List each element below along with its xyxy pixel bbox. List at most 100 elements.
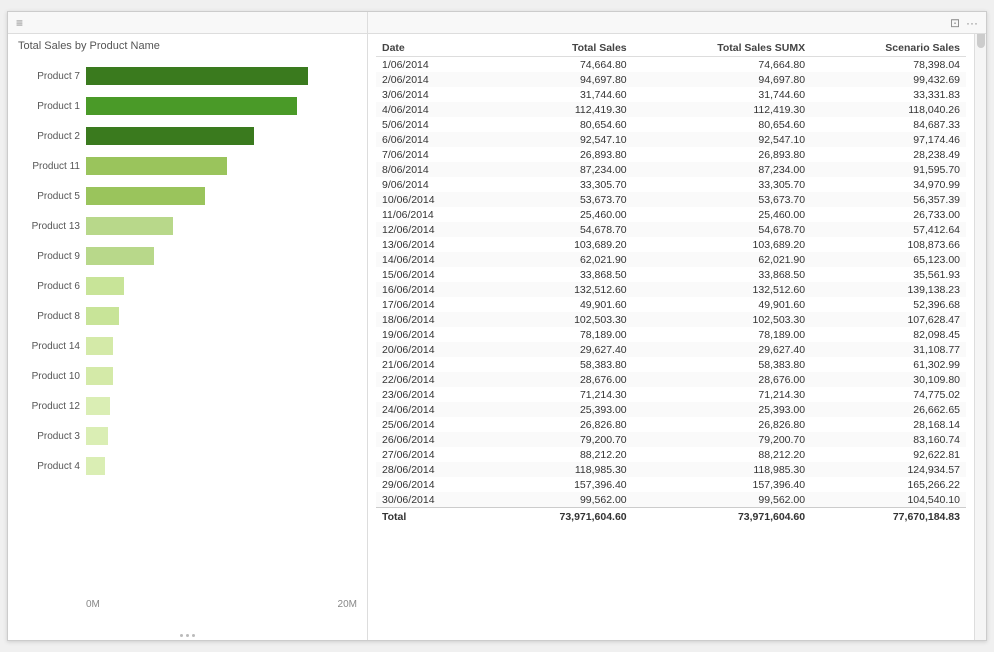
- table-cell: 26,826.80: [491, 417, 632, 432]
- table-cell: 112,419.30: [491, 102, 632, 117]
- focus-icon[interactable]: ⊡: [950, 16, 960, 30]
- table-cell: 54,678.70: [633, 222, 811, 237]
- table-cell: 6/06/2014: [376, 132, 491, 147]
- table-cell: 16/06/2014: [376, 282, 491, 297]
- bar-row[interactable]: Product 12: [18, 392, 357, 420]
- bar-row[interactable]: Product 8: [18, 302, 357, 330]
- table-cell: 53,673.70: [491, 192, 632, 207]
- table-row: 22/06/201428,676.0028,676.0030,109.80: [376, 372, 966, 387]
- table-cell: 74,664.80: [491, 57, 632, 73]
- more-icon[interactable]: ···: [966, 16, 978, 30]
- table-cell: 118,040.26: [811, 102, 966, 117]
- main-container: ≡ ⊡ ··· Total Sales by Product Name Prod…: [7, 11, 987, 641]
- bar-label: Product 14: [18, 341, 86, 352]
- table-cell: 91,595.70: [811, 162, 966, 177]
- table-cell: 79,200.70: [491, 432, 632, 447]
- table-cell: 78,189.00: [491, 327, 632, 342]
- table-cell: 26,733.00: [811, 207, 966, 222]
- total-cell: 77,670,184.83: [811, 508, 966, 525]
- table-cell: 35,561.93: [811, 267, 966, 282]
- bar-row[interactable]: Product 13: [18, 212, 357, 240]
- bar-row[interactable]: Product 5: [18, 182, 357, 210]
- bar-fill: [86, 397, 110, 415]
- bar-row[interactable]: Product 2: [18, 122, 357, 150]
- table-cell: 28,676.00: [491, 372, 632, 387]
- table-cell: 18/06/2014: [376, 312, 491, 327]
- table-row: 2/06/201494,697.8094,697.8099,432.69: [376, 72, 966, 87]
- table-cell: 20/06/2014: [376, 342, 491, 357]
- table-cell: 84,687.33: [811, 117, 966, 132]
- table-cell: 97,174.46: [811, 132, 966, 147]
- table-cell: 3/06/2014: [376, 87, 491, 102]
- table-cell: 118,985.30: [633, 462, 811, 477]
- table-cell: 82,098.45: [811, 327, 966, 342]
- bar-fill: [86, 307, 119, 325]
- bar-fill: [86, 247, 154, 265]
- table-cell: 8/06/2014: [376, 162, 491, 177]
- bar-track: [86, 427, 357, 445]
- table-cell: 94,697.80: [491, 72, 632, 87]
- table-cell: 30/06/2014: [376, 492, 491, 508]
- table-cell: 104,540.10: [811, 492, 966, 508]
- table-cell: 99,562.00: [633, 492, 811, 508]
- bar-row[interactable]: Product 4: [18, 452, 357, 480]
- bar-row[interactable]: Product 9: [18, 242, 357, 270]
- bar-label: Product 11: [18, 161, 86, 172]
- table-cell: 52,396.68: [811, 297, 966, 312]
- bar-fill: [86, 127, 254, 145]
- resize-handle-bottom[interactable]: [168, 633, 208, 638]
- bar-label: Product 4: [18, 461, 86, 472]
- bar-fill: [86, 337, 113, 355]
- table-cell: 49,901.60: [633, 297, 811, 312]
- bar-label: Product 7: [18, 71, 86, 82]
- table-cell: 112,419.30: [633, 102, 811, 117]
- table-cell: 25,393.00: [491, 402, 632, 417]
- table-cell: 92,547.10: [491, 132, 632, 147]
- bar-fill: [86, 157, 227, 175]
- table-cell: 29,627.40: [633, 342, 811, 357]
- chart-title: Total Sales by Product Name: [18, 40, 357, 52]
- table-cell: 27/06/2014: [376, 447, 491, 462]
- bar-label: Product 5: [18, 191, 86, 202]
- table-cell: 28,168.14: [811, 417, 966, 432]
- table-cell: 15/06/2014: [376, 267, 491, 282]
- bar-fill: [86, 457, 105, 475]
- bar-track: [86, 247, 357, 265]
- bar-row[interactable]: Product 6: [18, 272, 357, 300]
- table-cell: 92,547.10: [633, 132, 811, 147]
- table-cell: 26,826.80: [633, 417, 811, 432]
- table-cell: 139,138.23: [811, 282, 966, 297]
- table-row: 24/06/201425,393.0025,393.0026,662.65: [376, 402, 966, 417]
- bar-track: [86, 67, 357, 85]
- bar-label: Product 6: [18, 281, 86, 292]
- bar-row[interactable]: Product 14: [18, 332, 357, 360]
- table-cell: 103,689.20: [633, 237, 811, 252]
- bar-row[interactable]: Product 11: [18, 152, 357, 180]
- table-col-header: Scenario Sales: [811, 40, 966, 57]
- table-cell: 25,460.00: [491, 207, 632, 222]
- table-body: 1/06/201474,664.8074,664.8078,398.042/06…: [376, 57, 966, 525]
- table-row: 27/06/201488,212.2088,212.2092,622.81: [376, 447, 966, 462]
- bar-label: Product 9: [18, 251, 86, 262]
- data-table: DateTotal SalesTotal Sales SUMXScenario …: [376, 40, 966, 525]
- table-cell: 26,893.80: [491, 147, 632, 162]
- bar-row[interactable]: Product 1: [18, 92, 357, 120]
- bar-fill: [86, 367, 113, 385]
- bar-row[interactable]: Product 3: [18, 422, 357, 450]
- table-cell: 78,189.00: [633, 327, 811, 342]
- table-cell: 33,868.50: [633, 267, 811, 282]
- scrollbar[interactable]: [974, 12, 986, 640]
- table-cell: 10/06/2014: [376, 192, 491, 207]
- table-cell: 21/06/2014: [376, 357, 491, 372]
- table-cell: 92,622.81: [811, 447, 966, 462]
- table-cell: 102,503.30: [491, 312, 632, 327]
- bar-row[interactable]: Product 7: [18, 62, 357, 90]
- table-cell: 124,934.57: [811, 462, 966, 477]
- bar-track: [86, 337, 357, 355]
- bar-fill: [86, 427, 108, 445]
- bar-track: [86, 127, 357, 145]
- table-row: 13/06/2014103,689.20103,689.20108,873.66: [376, 237, 966, 252]
- bar-label: Product 12: [18, 401, 86, 412]
- table-cell: 71,214.30: [633, 387, 811, 402]
- bar-row[interactable]: Product 10: [18, 362, 357, 390]
